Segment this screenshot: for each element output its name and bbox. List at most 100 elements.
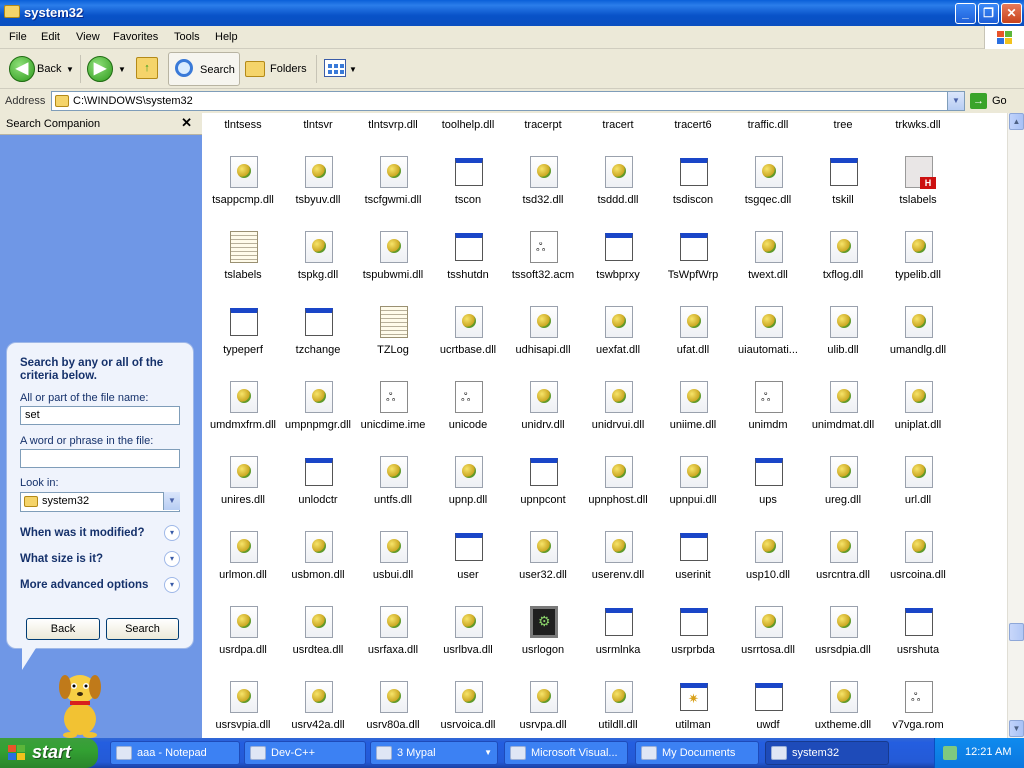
menu-file[interactable]: File — [9, 31, 27, 43]
search-submit-button[interactable]: Search — [106, 618, 179, 640]
file-item[interactable]: usrcoina.dll — [880, 531, 956, 606]
file-item[interactable]: upnphost.dll — [580, 456, 656, 531]
back-button[interactable]: Back — [26, 618, 100, 640]
file-item[interactable]: traffic.dll — [730, 113, 806, 156]
file-item[interactable]: urlmon.dll — [205, 531, 281, 606]
address-dropdown-icon[interactable]: ▼ — [947, 92, 964, 110]
size-option[interactable]: What size is it? ▾ — [20, 551, 180, 569]
forward-dropdown-icon[interactable]: ▼ — [118, 65, 126, 74]
advanced-option[interactable]: More advanced options ▾ — [20, 577, 180, 595]
file-item[interactable]: ufat.dll — [655, 306, 731, 381]
file-item[interactable]: ups — [730, 456, 806, 531]
file-item[interactable]: unicdime.ime — [355, 381, 431, 456]
menu-edit[interactable]: Edit — [41, 31, 60, 43]
menu-tools[interactable]: Tools — [174, 31, 200, 43]
file-item[interactable]: tsbyuv.dll — [280, 156, 356, 231]
file-item[interactable]: ucrtbase.dll — [430, 306, 506, 381]
chevron-down-icon[interactable]: ▾ — [164, 577, 180, 593]
file-item[interactable]: tsdiscon — [655, 156, 731, 231]
lookin-select[interactable]: system32 ▼ — [20, 492, 180, 512]
maximize-button[interactable]: ❐ — [978, 3, 999, 24]
file-item[interactable]: tscon — [430, 156, 506, 231]
search-button[interactable]: Search — [168, 52, 240, 86]
menu-help[interactable]: Help — [215, 31, 238, 43]
file-item[interactable]: usrsvpia.dll — [205, 681, 281, 738]
file-item[interactable]: uexfat.dll — [580, 306, 656, 381]
file-item[interactable]: usrdtea.dll — [280, 606, 356, 681]
task-my-documents[interactable]: My Documents — [635, 741, 759, 765]
folder-up-icon[interactable]: ↑ — [136, 57, 158, 79]
file-item[interactable]: usrv80a.dll — [355, 681, 431, 738]
file-item[interactable]: usrmlnka — [580, 606, 656, 681]
file-item[interactable]: usrlbva.dll — [430, 606, 506, 681]
file-item[interactable]: umdmxfrm.dll — [205, 381, 281, 456]
task-devcpp[interactable]: Dev-C++ — [244, 741, 366, 765]
chevron-down-icon[interactable]: ▾ — [164, 525, 180, 541]
file-item[interactable]: tswbprxy — [580, 231, 656, 306]
task-system32[interactable]: system32 — [765, 741, 889, 765]
file-item[interactable]: untfs.dll — [355, 456, 431, 531]
file-item[interactable]: tlntsvrp.dll — [355, 113, 431, 156]
vertical-scrollbar[interactable]: ▲ ▼ — [1007, 113, 1024, 738]
file-item[interactable]: upnpcont — [505, 456, 581, 531]
forward-arrow-icon[interactable]: ▶ — [87, 56, 113, 82]
start-button[interactable]: start — [0, 738, 98, 768]
tray-network-icon[interactable] — [943, 746, 957, 760]
file-item[interactable]: unidrvui.dll — [580, 381, 656, 456]
file-item[interactable]: usp10.dll — [730, 531, 806, 606]
file-item[interactable]: usrlogon — [505, 606, 581, 681]
file-item[interactable]: usrdpa.dll — [205, 606, 281, 681]
file-item[interactable]: umpnpmgr.dll — [280, 381, 356, 456]
file-item[interactable]: tracerpt — [505, 113, 581, 156]
file-item[interactable]: TZLog — [355, 306, 431, 381]
folders-icon[interactable] — [245, 61, 265, 77]
file-item[interactable]: uniime.dll — [655, 381, 731, 456]
chevron-down-icon[interactable]: ▾ — [164, 551, 180, 567]
close-button[interactable]: ✕ — [1001, 3, 1022, 24]
task-visual-studio[interactable]: Microsoft Visual... — [504, 741, 628, 765]
file-item[interactable]: unimdm — [730, 381, 806, 456]
file-item[interactable]: tracert — [580, 113, 656, 156]
menu-view[interactable]: View — [76, 31, 100, 43]
file-item[interactable]: usbui.dll — [355, 531, 431, 606]
file-item[interactable]: userenv.dll — [580, 531, 656, 606]
file-item[interactable]: unicode — [430, 381, 506, 456]
file-item[interactable]: tspkg.dll — [280, 231, 356, 306]
folders-button-label[interactable]: Folders — [270, 63, 307, 75]
file-item[interactable]: utilman — [655, 681, 731, 738]
file-item[interactable]: upnp.dll — [430, 456, 506, 531]
task-notepad[interactable]: aaa - Notepad — [110, 741, 240, 765]
file-item[interactable]: usrvoica.dll — [430, 681, 506, 738]
file-item[interactable]: tlntsvr — [280, 113, 356, 156]
filename-input[interactable]: set — [20, 406, 180, 425]
file-item[interactable]: usrcntra.dll — [805, 531, 881, 606]
file-item[interactable]: uniplat.dll — [880, 381, 956, 456]
file-item[interactable]: unires.dll — [205, 456, 281, 531]
file-item[interactable]: udhisapi.dll — [505, 306, 581, 381]
file-item[interactable]: usrvpa.dll — [505, 681, 581, 738]
file-item[interactable]: umandlg.dll — [880, 306, 956, 381]
back-arrow-icon[interactable]: ◀ — [9, 56, 35, 82]
file-item[interactable]: usrrtosa.dll — [730, 606, 806, 681]
file-item[interactable]: tsd32.dll — [505, 156, 581, 231]
task-mypal[interactable]: 3 Mypal ▼ — [370, 741, 498, 765]
file-item[interactable]: ureg.dll — [805, 456, 881, 531]
file-item[interactable]: tree — [805, 113, 881, 156]
scroll-thumb[interactable] — [1009, 623, 1024, 641]
modified-option[interactable]: When was it modified? ▾ — [20, 525, 180, 543]
file-item[interactable]: tzchange — [280, 306, 356, 381]
lookin-dropdown-icon[interactable]: ▼ — [163, 492, 180, 510]
file-item[interactable]: trkwks.dll — [880, 113, 956, 156]
file-item[interactable]: tscfgwmi.dll — [355, 156, 431, 231]
go-arrow-icon[interactable]: → — [970, 93, 987, 109]
file-item[interactable]: uwdf — [730, 681, 806, 738]
scroll-up-icon[interactable]: ▲ — [1009, 113, 1024, 130]
file-item[interactable]: toolhelp.dll — [430, 113, 506, 156]
file-item[interactable]: usrsdpia.dll — [805, 606, 881, 681]
file-item[interactable]: v7vga.rom — [880, 681, 956, 738]
file-item[interactable]: TsWpfWrp — [655, 231, 731, 306]
file-item[interactable]: tracert6 — [655, 113, 731, 156]
file-item[interactable]: upnpui.dll — [655, 456, 731, 531]
file-item[interactable]: usrshuta — [880, 606, 956, 681]
file-item[interactable]: tsshutdn — [430, 231, 506, 306]
